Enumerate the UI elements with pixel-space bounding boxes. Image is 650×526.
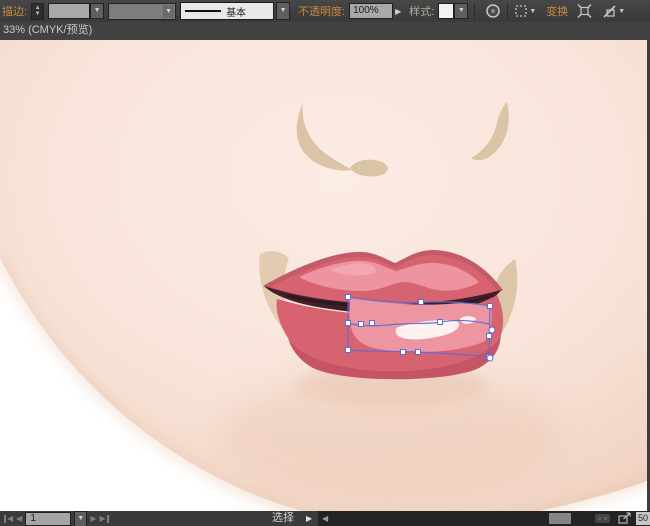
anchor-point[interactable] [487, 334, 492, 339]
brush-definition-preview[interactable]: 基本 [180, 2, 274, 20]
anchor-point[interactable] [359, 322, 364, 327]
document-zoom-status: 33% (CMYK/预览) [3, 24, 92, 36]
stroke-weight-dropdown-button[interactable]: ▼ [90, 3, 104, 19]
artboard-canvas[interactable] [0, 40, 650, 511]
style-dropdown-button[interactable]: ▼ [454, 3, 468, 19]
face-artwork [0, 40, 650, 511]
artboard-number-field[interactable]: 1 [25, 512, 71, 526]
stroke-weight-field[interactable] [48, 3, 90, 19]
separator [507, 3, 508, 19]
separator [474, 3, 475, 19]
brush-stroke-preview [185, 10, 221, 12]
anchor-point[interactable] [488, 304, 493, 309]
stroke-panel-link[interactable]: 描边: [2, 3, 27, 19]
anchor-point[interactable] [346, 348, 351, 353]
partial-overlay-button[interactable]: 50 [636, 512, 650, 525]
illustrator-window: 描边: ▲▼ ▼ ▼ 基本 ▼ 不透明度: 100% ▶ 样式: ▼ [0, 0, 650, 526]
scroll-left-arrow[interactable]: ◀ [322, 511, 328, 526]
transform-panel-link[interactable]: 变换 [546, 3, 568, 19]
current-tool-status[interactable]: 选择 [272, 511, 294, 526]
artboard-dropdown-button[interactable]: ▼ [74, 511, 87, 526]
anchor-point[interactable] [346, 321, 351, 326]
chevron-down-icon[interactable]: ▼ [529, 8, 536, 15]
stepper-down-icon[interactable]: ▼ [35, 11, 41, 17]
status-expand-arrow[interactable]: ▶ [306, 511, 312, 526]
anchor-point[interactable] [438, 320, 443, 325]
select-similar-button[interactable]: ▼ [514, 4, 536, 18]
style-label: 样式: [409, 3, 434, 19]
select-similar-icon [514, 4, 528, 18]
graphic-options-button[interactable]: ▼ [602, 4, 625, 19]
scrollbar-thumb[interactable] [549, 513, 571, 524]
opacity-dropdown-button[interactable]: ▶ [395, 7, 401, 16]
free-transform-icon[interactable] [576, 3, 593, 19]
next-artboard-button[interactable]: ▶ [90, 514, 96, 523]
share-icon[interactable] [618, 512, 632, 525]
overlay-faint-icon [595, 514, 610, 523]
brush-name-label: 基本 [226, 4, 246, 19]
anchor-point[interactable] [346, 295, 351, 300]
recolor-artwork-button[interactable] [485, 3, 501, 19]
anchor-handle[interactable] [487, 355, 493, 361]
anchor-point[interactable] [419, 300, 424, 305]
anchor-handle[interactable] [489, 327, 495, 333]
last-artboard-button[interactable]: ▶ [99, 514, 108, 523]
horizontal-scrollbar[interactable]: ◀ 50 [318, 511, 650, 526]
status-bar: ◀ ◀ 1 ▼ ▶ ▶ 选择 ▶ ◀ 50 [0, 511, 650, 526]
anchor-point[interactable] [416, 350, 421, 355]
width-profile-dropdown[interactable]: ▼ [108, 3, 176, 20]
shape-slash-icon [602, 4, 617, 19]
first-artboard-button[interactable]: ◀ [4, 514, 13, 523]
prev-artboard-button[interactable]: ◀ [16, 514, 22, 523]
brush-dropdown-button[interactable]: ▼ [276, 2, 290, 20]
anchor-point[interactable] [401, 350, 406, 355]
document-tab[interactable]: 33% (CMYK/预览) [0, 22, 650, 41]
status-bar-left: ◀ ◀ 1 ▼ ▶ ▶ 选择 ▶ [0, 511, 320, 526]
control-bar: 描边: ▲▼ ▼ ▼ 基本 ▼ 不透明度: 100% ▶ 样式: ▼ [0, 0, 650, 23]
style-swatch[interactable] [438, 3, 454, 19]
stroke-weight-stepper[interactable]: ▲▼ [31, 3, 44, 20]
chevron-down-icon[interactable]: ▼ [618, 8, 625, 15]
opacity-field[interactable]: 100% [349, 3, 393, 19]
anchor-point[interactable] [370, 321, 375, 326]
opacity-panel-link[interactable]: 不透明度: [298, 3, 345, 19]
chevron-down-icon[interactable]: ▼ [163, 5, 174, 18]
